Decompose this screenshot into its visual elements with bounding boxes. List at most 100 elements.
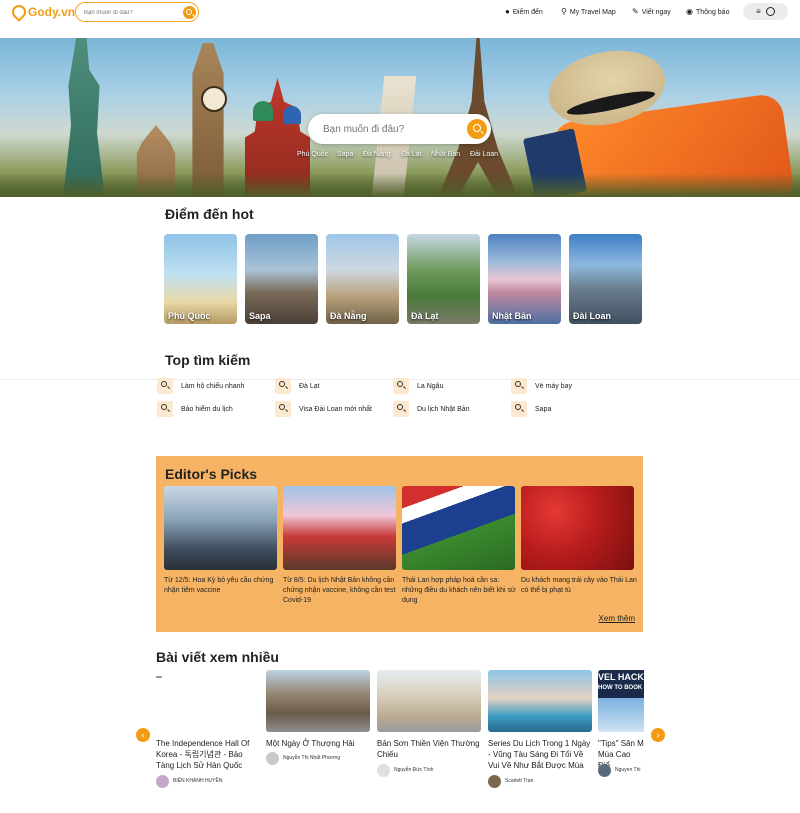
- top-search-label: Vé máy bay: [535, 382, 572, 390]
- author-name: Nguyễn Thị Nhất Phương: [283, 755, 341, 761]
- search-icon: [511, 378, 527, 394]
- top-search-item[interactable]: Bảo hiểm du lịch: [157, 401, 233, 417]
- pick-image-3[interactable]: [402, 486, 515, 570]
- section-title-top-search: Top tìm kiếm: [165, 352, 251, 368]
- quick-link-sapa[interactable]: Sapa: [337, 151, 353, 158]
- avatar: [266, 751, 279, 765]
- mv-caption[interactable]: Series Du Lịch Trong 1 Ngày - Vũng Tàu S…: [488, 738, 592, 771]
- top-search-item[interactable]: Sapa: [511, 401, 551, 417]
- quick-link-dai-loan[interactable]: Đài Loan: [470, 151, 498, 158]
- mv-author[interactable]: Scarlett Tran: [488, 774, 533, 788]
- user-menu-button[interactable]: ≡: [743, 3, 788, 20]
- top-search-item[interactable]: Làm hộ chiếu nhanh: [157, 378, 244, 394]
- carousel-prev-button[interactable]: ‹: [136, 728, 150, 742]
- top-search-item[interactable]: Du lịch Nhật Bản: [393, 401, 470, 417]
- user-avatar-icon: [765, 7, 775, 16]
- pick-image-4[interactable]: [521, 486, 634, 570]
- mv-image-3[interactable]: [377, 670, 481, 732]
- mv-author[interactable]: Nguyen Thi: [598, 763, 644, 777]
- clock-illustration: [201, 86, 227, 112]
- dest-label: Nhật Bản: [492, 311, 532, 321]
- dest-card-dai-loan[interactable]: Đài Loan: [569, 234, 642, 324]
- chevron-right-icon: ›: [656, 730, 660, 740]
- carousel-next-button[interactable]: ›: [651, 728, 665, 742]
- globe-icon: ●: [505, 7, 510, 16]
- bell-icon: ◉: [686, 7, 693, 16]
- pencil-icon: ✎: [632, 7, 639, 16]
- section-title-most-viewed: Bài viết xem nhiều: [156, 649, 279, 665]
- dest-card-sapa[interactable]: Sapa: [245, 234, 318, 324]
- nav-travel-map[interactable]: ⚲ My Travel Map: [561, 7, 616, 17]
- banner-text: VEL HACK: [598, 672, 644, 682]
- mv-author[interactable]: Nguyễn Đức Tính: [377, 763, 433, 777]
- author-name: Scarlett Tran: [505, 778, 534, 784]
- pick-caption[interactable]: Thái Lan hợp pháp hoá cần sa: những điều…: [402, 576, 518, 606]
- search-icon: [511, 401, 527, 417]
- logo-pin-icon: [9, 2, 29, 22]
- top-search-item[interactable]: Đà Lạt: [275, 378, 320, 394]
- nav-label: Thông báo: [695, 8, 730, 16]
- nav-thong-bao[interactable]: ◉ Thông báo: [686, 7, 729, 17]
- mv-caption[interactable]: Bản Sơn Thiền Viện Thường Chiếu: [377, 738, 481, 760]
- mv-author[interactable]: Nguyễn Thị Nhất Phương: [266, 751, 340, 765]
- header-search-input[interactable]: [84, 6, 174, 19]
- mv-image-4[interactable]: [488, 670, 592, 732]
- dest-card-da-nang[interactable]: Đà Nẵng: [326, 234, 399, 324]
- chevron-left-icon: ‹: [141, 730, 145, 740]
- avatar: [598, 763, 611, 777]
- mv-image-2[interactable]: [266, 670, 370, 732]
- mv-caption[interactable]: Một Ngày Ở Thượng Hải: [266, 738, 370, 749]
- search-icon: [393, 378, 409, 394]
- top-search-label: Làm hộ chiếu nhanh: [181, 382, 245, 390]
- dest-card-da-lat[interactable]: Đà Lạt: [407, 234, 480, 324]
- mv-caption[interactable]: The Independence Hall Of Korea - 독립기념관 -…: [156, 738, 260, 771]
- avatar: [377, 763, 390, 777]
- author-name: Nguyễn Đức Tính: [394, 767, 434, 773]
- search-icon: [473, 124, 481, 132]
- see-more-link[interactable]: Xem thêm: [599, 614, 635, 623]
- hero-search-input[interactable]: [323, 122, 463, 137]
- top-search-item[interactable]: Visa Đài Loan mới nhất: [275, 401, 372, 417]
- mv-author[interactable]: BIỆN KHÁNH HUYỀN: [156, 774, 222, 788]
- hero-search: [308, 114, 491, 144]
- top-search-label: Bảo hiểm du lịch: [181, 405, 233, 413]
- author-name: Nguyen Thi: [615, 767, 641, 773]
- top-search-item[interactable]: Vé máy bay: [511, 378, 572, 394]
- logo[interactable]: Gody.vn: [9, 2, 75, 22]
- nav-viet-ngay[interactable]: ✎ Viết ngay: [632, 7, 671, 17]
- dest-card-phu-quoc[interactable]: Phú Quốc: [164, 234, 237, 324]
- image-placeholder: [156, 676, 162, 678]
- dest-card-nhat-ban[interactable]: Nhật Bản: [488, 234, 561, 324]
- mv-image-1[interactable]: [156, 670, 260, 732]
- quick-link-phu-quoc[interactable]: Phú Quốc: [297, 151, 328, 158]
- pick-caption[interactable]: Từ 8/5: Du lịch Nhật Bản không cần chứng…: [283, 576, 399, 606]
- dest-label: Sapa: [249, 311, 271, 321]
- search-icon: [157, 401, 173, 417]
- pick-image-2[interactable]: [283, 486, 396, 570]
- avatar: [488, 774, 501, 788]
- tree-line: [0, 173, 800, 197]
- nav-diem-den[interactable]: ● Điểm đến: [505, 7, 543, 17]
- top-search-label: Sapa: [535, 405, 552, 413]
- nav-label: Viết ngay: [641, 8, 671, 16]
- banner-subtext: HOW TO BOOK: [598, 685, 643, 691]
- dest-label: Phú Quốc: [168, 311, 211, 321]
- top-search-item[interactable]: La Ngâu: [393, 378, 443, 394]
- pick-image-1[interactable]: [164, 486, 277, 570]
- avatar: [156, 774, 169, 788]
- quick-link-nhat-ban[interactable]: Nhật Bản: [431, 151, 460, 158]
- quick-link-da-lat[interactable]: Đà Lạt: [401, 151, 422, 158]
- top-search-label: La Ngâu: [417, 382, 444, 390]
- hero-search-button[interactable]: [467, 119, 487, 139]
- mv-image-5[interactable]: VEL HACK HOW TO BOOK: [598, 670, 644, 732]
- header-search-button[interactable]: [183, 6, 196, 19]
- pick-caption[interactable]: Từ 12/5: Hoa Kỳ bỏ yêu cầu chứng nhận ti…: [164, 576, 280, 596]
- blue-dome-illustration: [283, 106, 301, 124]
- search-icon: [275, 401, 291, 417]
- top-search-label: Visa Đài Loan mới nhất: [299, 405, 372, 413]
- pick-caption[interactable]: Du khách mang trái cây vào Thái Lan có t…: [521, 576, 637, 596]
- map-pin-icon: ⚲: [561, 7, 567, 16]
- quick-link-da-nang[interactable]: Đà Nẵng: [363, 151, 391, 158]
- author-name: BIỆN KHÁNH HUYỀN: [173, 778, 223, 784]
- editors-picks: Editor's Picks Từ 12/5: Hoa Kỳ bỏ yêu cầ…: [156, 456, 643, 632]
